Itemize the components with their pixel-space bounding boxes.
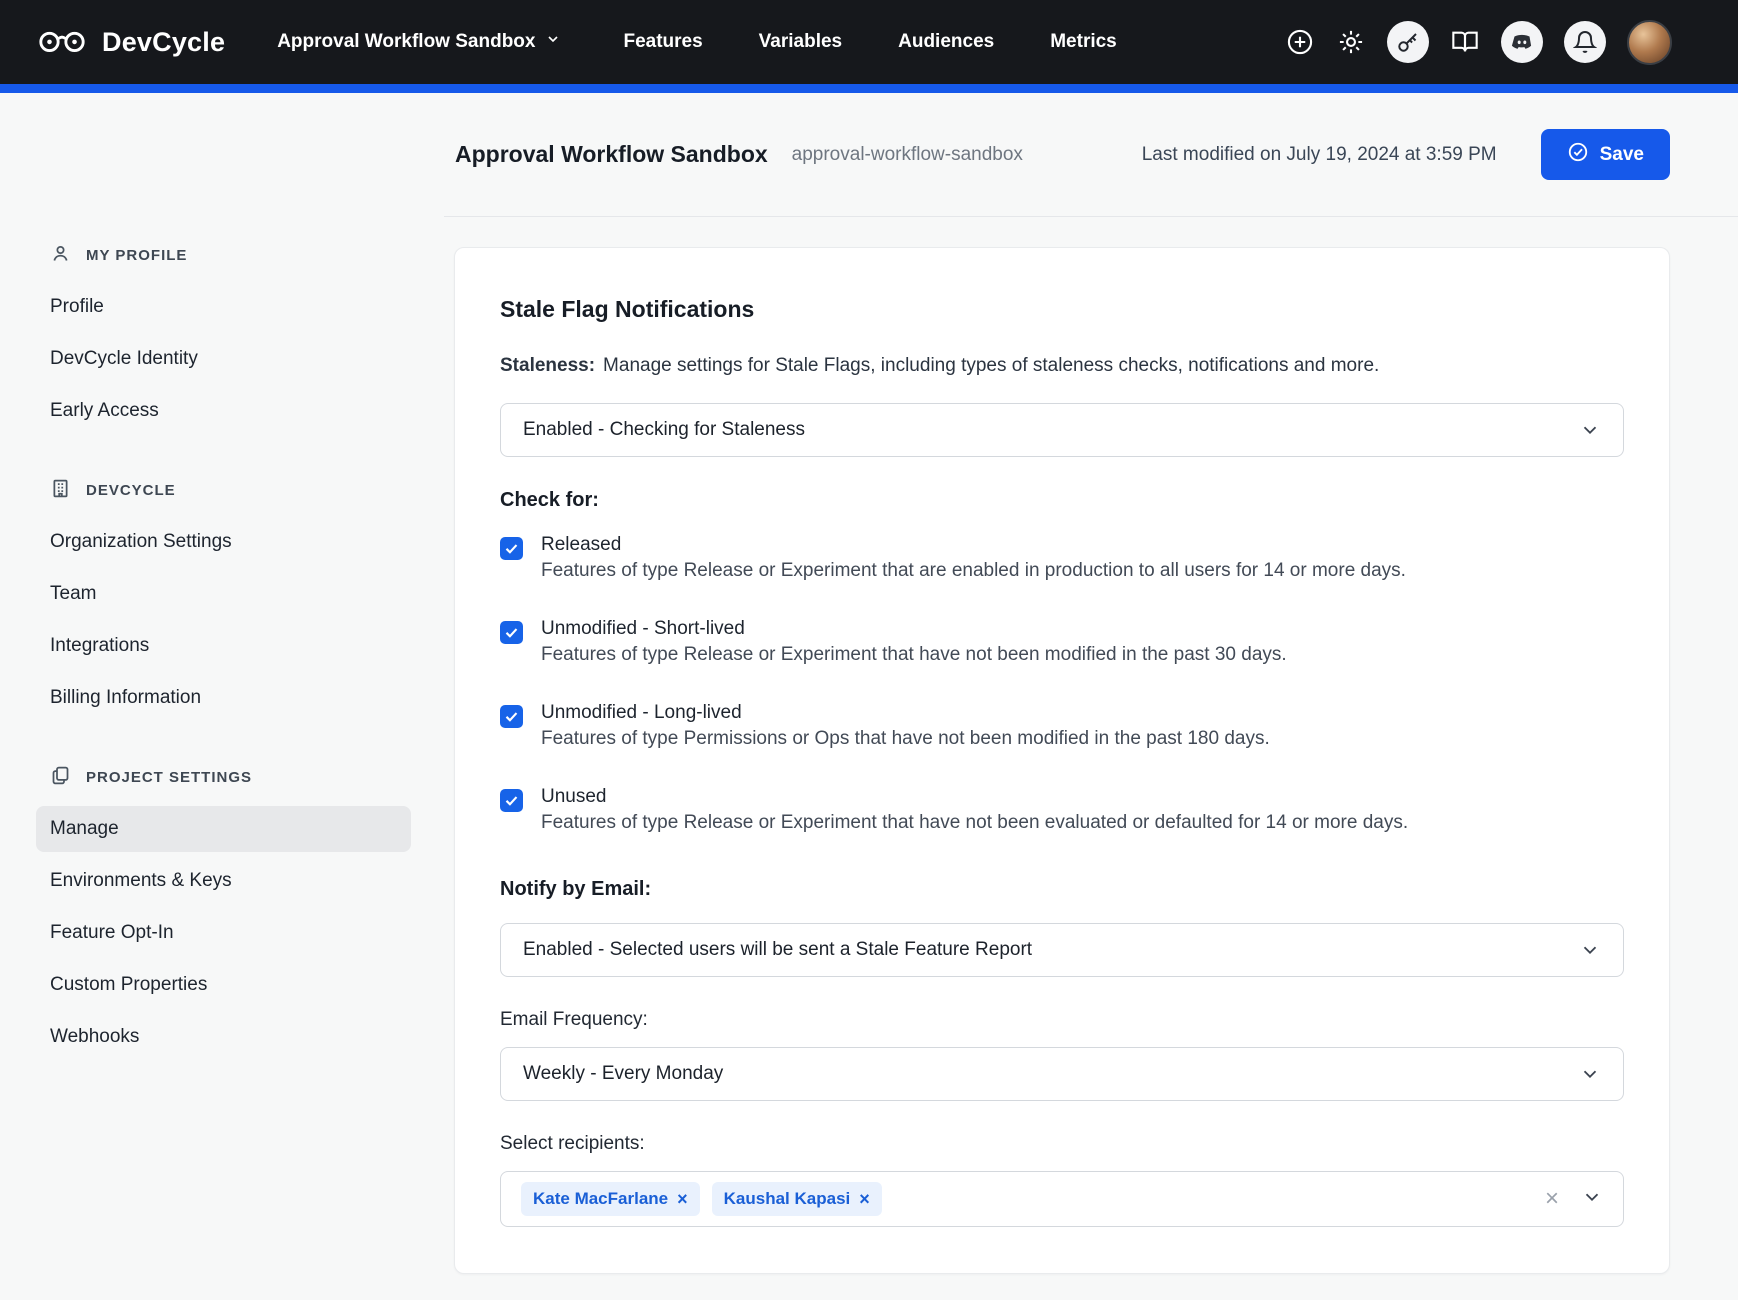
staleness-description: Staleness: Manage settings for Stale Flag… [500, 355, 1624, 377]
notify-select-value: Enabled - Selected users will be sent a … [523, 939, 1032, 961]
card-title: Stale Flag Notifications [500, 296, 1624, 323]
notify-by-email-label: Notify by Email: [500, 878, 1624, 901]
accent-strip [0, 84, 1738, 93]
staleness-select-value: Enabled - Checking for Staleness [523, 419, 805, 441]
check-row-unmodified-long: Unmodified - Long-lived Features of type… [500, 702, 1624, 750]
project-selector[interactable]: Approval Workflow Sandbox [277, 31, 561, 53]
page-slug: approval-workflow-sandbox [792, 144, 1023, 166]
email-frequency-label: Email Frequency: [500, 1009, 1624, 1031]
staleness-desc-text: Manage settings for Stale Flags, includi… [603, 355, 1379, 376]
building-icon [50, 478, 71, 503]
checkbox-unmodified-long[interactable] [500, 705, 523, 728]
sidebar-item-feature-opt-in[interactable]: Feature Opt-In [36, 910, 411, 956]
recipient-name: Kate MacFarlane [533, 1189, 668, 1209]
sidebar-section-project-settings: PROJECT SETTINGS [36, 765, 411, 790]
staleness-select[interactable]: Enabled - Checking for Staleness [500, 403, 1624, 457]
sidebar-section-devcycle: DEVCYCLE [36, 478, 411, 503]
check-for-label: Check for: [500, 489, 1624, 512]
sidebar-item-environments-keys[interactable]: Environments & Keys [36, 858, 411, 904]
save-button[interactable]: Save [1541, 129, 1670, 180]
brand-name: DevCycle [102, 27, 225, 58]
recipients-select[interactable]: Kate MacFarlane × Kaushal Kapasi × × [500, 1171, 1624, 1227]
remove-recipient-icon[interactable]: × [859, 1190, 870, 1208]
sidebar-item-manage[interactable]: Manage [36, 806, 411, 852]
select-recipients-label: Select recipients: [500, 1133, 1624, 1155]
check-desc: Features of type Release or Experiment t… [541, 560, 1406, 582]
frequency-select-value: Weekly - Every Monday [523, 1063, 723, 1085]
plus-circle-icon[interactable] [1285, 27, 1315, 57]
sidebar-item-custom-properties[interactable]: Custom Properties [36, 962, 411, 1008]
chevron-down-icon [545, 31, 561, 53]
key-icon[interactable] [1387, 21, 1429, 63]
devcycle-logo[interactable]: DevCycle [36, 25, 225, 60]
sidebar-item-team[interactable]: Team [36, 571, 411, 617]
nav-links: Features Variables Audiences Metrics [623, 31, 1116, 53]
chevron-down-icon[interactable] [1581, 1186, 1603, 1213]
checkbox-unmodified-short[interactable] [500, 621, 523, 644]
user-avatar[interactable] [1627, 20, 1672, 65]
top-navbar: DevCycle Approval Workflow Sandbox Featu… [0, 0, 1738, 84]
sidebar-section-label: MY PROFILE [86, 247, 187, 264]
devcycle-goggles-icon [36, 25, 88, 60]
discord-icon[interactable] [1501, 21, 1543, 63]
save-button-label: Save [1600, 144, 1644, 166]
staleness-label: Staleness: [500, 355, 595, 376]
sidebar-item-integrations[interactable]: Integrations [36, 623, 411, 669]
sidebar-section-label: PROJECT SETTINGS [86, 769, 252, 786]
check-label: Unmodified - Long-lived [541, 702, 1270, 724]
notify-select[interactable]: Enabled - Selected users will be sent a … [500, 923, 1624, 977]
pages-icon [50, 765, 71, 790]
check-desc: Features of type Release or Experiment t… [541, 812, 1408, 834]
chevron-down-icon [1579, 939, 1601, 961]
chevron-down-icon [1579, 1063, 1601, 1085]
remove-recipient-icon[interactable]: × [677, 1190, 688, 1208]
navbar-actions [1285, 20, 1672, 65]
last-modified-text: Last modified on July 19, 2024 at 3:59 P… [1142, 144, 1497, 166]
sidebar-item-billing-information[interactable]: Billing Information [36, 675, 411, 721]
project-selector-label: Approval Workflow Sandbox [277, 31, 535, 53]
recipient-chip-kate: Kate MacFarlane × [521, 1182, 700, 1216]
check-row-unmodified-short: Unmodified - Short-lived Features of typ… [500, 618, 1624, 666]
sidebar-item-early-access[interactable]: Early Access [36, 388, 411, 434]
sidebar-item-devcycle-identity[interactable]: DevCycle Identity [36, 336, 411, 382]
sidebar-section-label: DEVCYCLE [86, 482, 176, 499]
bell-icon[interactable] [1564, 21, 1606, 63]
checkbox-unused[interactable] [500, 789, 523, 812]
check-circle-icon [1567, 141, 1589, 169]
recipient-chip-kaushal: Kaushal Kapasi × [712, 1182, 882, 1216]
settings-sidebar: MY PROFILE Profile DevCycle Identity Ear… [0, 93, 444, 1300]
check-row-released: Released Features of type Release or Exp… [500, 534, 1624, 582]
check-desc: Features of type Permissions or Ops that… [541, 728, 1270, 750]
sidebar-section-my-profile: MY PROFILE [36, 243, 411, 268]
recipient-name: Kaushal Kapasi [724, 1189, 851, 1209]
nav-link-variables[interactable]: Variables [759, 31, 842, 53]
person-icon [50, 243, 71, 268]
sidebar-item-profile[interactable]: Profile [36, 284, 411, 330]
sidebar-item-webhooks[interactable]: Webhooks [36, 1014, 411, 1060]
check-label: Unused [541, 786, 1408, 808]
check-desc: Features of type Release or Experiment t… [541, 644, 1287, 666]
check-label: Released [541, 534, 1406, 556]
gear-icon[interactable] [1336, 27, 1366, 57]
sidebar-item-organization-settings[interactable]: Organization Settings [36, 519, 411, 565]
nav-link-features[interactable]: Features [623, 31, 702, 53]
chevron-down-icon [1579, 419, 1601, 441]
book-icon[interactable] [1450, 27, 1480, 57]
check-row-unused: Unused Features of type Release or Exper… [500, 786, 1624, 834]
page-header: Approval Workflow Sandbox approval-workf… [444, 93, 1738, 217]
nav-link-metrics[interactable]: Metrics [1050, 31, 1117, 53]
clear-recipients-icon[interactable]: × [1545, 1187, 1559, 1211]
check-label: Unmodified - Short-lived [541, 618, 1287, 640]
email-frequency-select[interactable]: Weekly - Every Monday [500, 1047, 1624, 1101]
page-title: Approval Workflow Sandbox [455, 141, 768, 168]
nav-link-audiences[interactable]: Audiences [898, 31, 994, 53]
checkbox-released[interactable] [500, 537, 523, 560]
stale-flag-notifications-card: Stale Flag Notifications Staleness: Manag… [454, 247, 1670, 1274]
